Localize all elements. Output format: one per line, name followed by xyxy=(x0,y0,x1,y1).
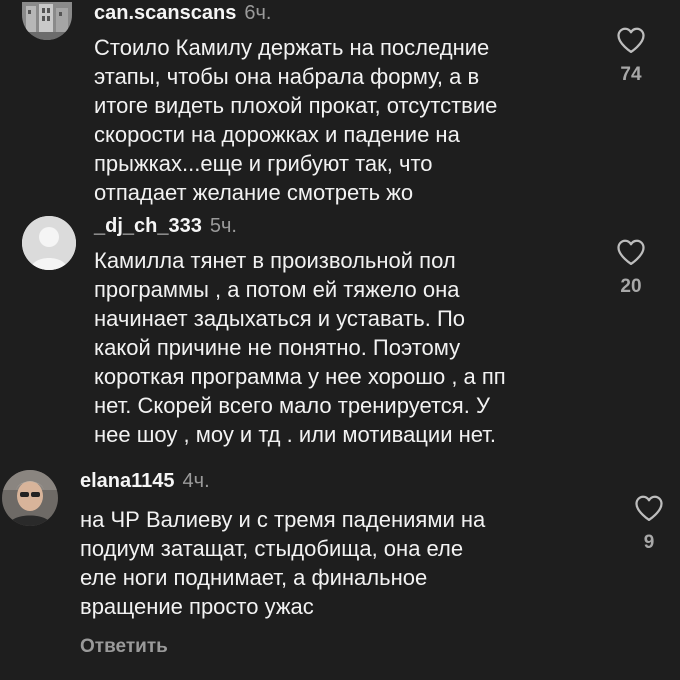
comment-line: Стоило Камилу держать на последние xyxy=(94,35,490,60)
comment-line: еле ноги поднимает, а финальное xyxy=(80,565,428,590)
comment-text: Камилла тянет в произвольной пол програм… xyxy=(94,246,506,449)
username[interactable]: elana1145 xyxy=(80,470,175,492)
photo-avatar-icon xyxy=(2,470,58,526)
comment-line: короткая программа у нее хорошо , а пп xyxy=(94,364,506,389)
timestamp: 4ч. xyxy=(182,470,210,492)
comment-text: на ЧР Валиеву и с тремя падениями на под… xyxy=(80,505,485,621)
reply-button[interactable]: Ответить xyxy=(80,636,168,658)
comment-line: вращение просто ужас xyxy=(80,594,314,619)
comment-line: на ЧР Валиеву и с тремя падениями на xyxy=(80,507,486,532)
comment-line: программы , а потом ей тяжело она xyxy=(94,277,460,302)
comment-line: начинает задыхаться и уставать. По xyxy=(94,306,465,331)
comment-text: Стоило Камилу держать на последние этапы… xyxy=(94,33,497,207)
comment-line: этапы, чтобы она набрала форму, а в xyxy=(94,64,480,89)
timestamp: 6ч. xyxy=(244,2,272,24)
heart-icon[interactable] xyxy=(616,26,646,54)
avatar[interactable] xyxy=(22,216,76,270)
timestamp: 5ч. xyxy=(209,215,237,237)
username[interactable]: can.scanscans xyxy=(94,2,236,24)
default-avatar-icon xyxy=(22,216,76,270)
like-control: 9 xyxy=(624,494,674,554)
like-control: 74 xyxy=(606,26,656,86)
avatar[interactable] xyxy=(2,470,58,526)
like-count: 74 xyxy=(620,64,642,85)
avatar[interactable] xyxy=(22,2,72,40)
photo-avatar-icon xyxy=(22,2,72,40)
comments-feed: can.scanscans 6ч. Стоило Камилу держать н… xyxy=(0,0,680,680)
username[interactable]: _dj_ch_333 xyxy=(94,215,202,237)
like-count: 20 xyxy=(620,276,642,297)
comment-line: скорости на дорожках и падение на xyxy=(94,122,460,147)
heart-icon[interactable] xyxy=(634,494,664,522)
comment-meta: elana1145 4ч. xyxy=(80,468,210,494)
comment-line: нее шоу , моу и тд . или мотивации нет. xyxy=(94,422,496,447)
comment-line: нет. Скорей всего мало тренируется. У xyxy=(94,393,490,418)
comment-line: отпадает желание смотреть жо xyxy=(94,180,414,205)
comment-meta: _dj_ch_333 5ч. xyxy=(94,213,237,239)
comment-line: Камилла тянет в произвольной пол xyxy=(94,248,456,273)
like-count: 9 xyxy=(643,532,655,553)
comment-line: подиум затащат, стыдобища, она еле xyxy=(80,536,464,561)
comment-line: прыжках...еще и грибуют так, что xyxy=(94,151,433,176)
comment-meta: can.scanscans 6ч. xyxy=(94,0,271,26)
like-control: 20 xyxy=(606,238,656,298)
comment-line: какой причине не понятно. Поэтому xyxy=(94,335,461,360)
comment-line: итоге видеть плохой прокат, отсутствие xyxy=(94,93,498,118)
heart-icon[interactable] xyxy=(616,238,646,266)
